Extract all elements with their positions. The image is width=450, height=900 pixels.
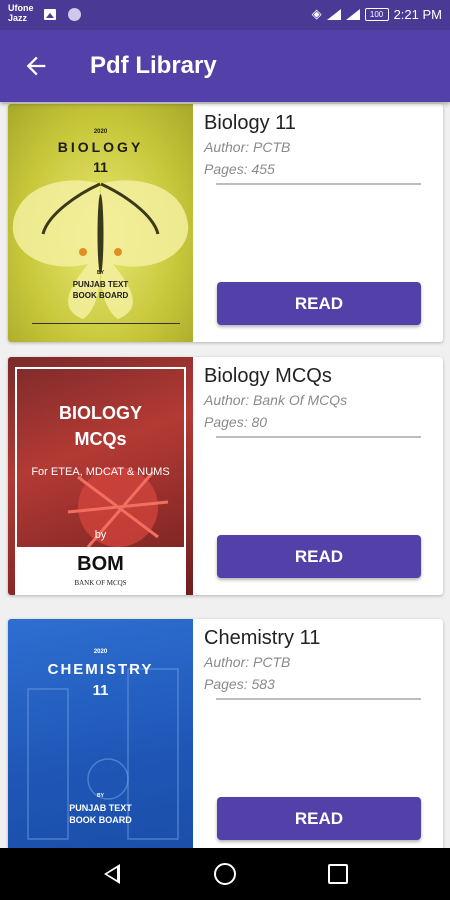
cover-publisher-1: PUNJAB TEXT [72, 280, 129, 289]
carrier-label: Ufone Jazz [8, 3, 34, 23]
read-button[interactable]: READ [217, 797, 421, 840]
cover-publisher-2: BOOK BOARD [69, 815, 132, 825]
book-author: Author: PCTB [204, 654, 291, 670]
cover-number: 11 [93, 159, 108, 175]
app-bar: Pdf Library [0, 30, 450, 102]
app-notification-icon [68, 8, 81, 21]
read-button[interactable]: READ [217, 282, 421, 325]
book-info: Biology MCQs Author: Bank Of MCQs Pages:… [204, 357, 443, 595]
system-nav-bar [0, 848, 450, 900]
cover-title: BIOLOGY [57, 139, 144, 155]
book-card[interactable]: 2020 BIOLOGY 11 BY PUNJAB TEXT BOOK BOAR… [8, 104, 443, 342]
book-info: Chemistry 11 Author: PCTB Pages: 583 REA… [204, 619, 443, 848]
book-cover-image: 2020 BIOLOGY 11 BY PUNJAB TEXT BOOK BOAR… [8, 104, 193, 342]
cover-subtitle: MCQs [74, 429, 127, 449]
bom-logo-subtitle: BANK OF MCQS [74, 579, 127, 587]
book-info: Biology 11 Author: PCTB Pages: 455 READ [204, 104, 443, 342]
status-icons: ◈ 100 2:21 PM [312, 6, 442, 22]
divider [216, 436, 421, 438]
status-bar: Ufone Jazz ◈ 100 2:21 PM [0, 0, 450, 30]
book-title: Chemistry 11 [204, 627, 321, 649]
nav-back-icon[interactable] [104, 864, 120, 884]
signal-icon [326, 8, 341, 20]
cover-publisher-2: BOOK BOARD [72, 291, 129, 300]
cover-tagline: For ETEA, MDCAT & NUMS [31, 466, 170, 478]
battery-level: 100 [369, 9, 384, 19]
book-author: Author: Bank Of MCQs [204, 392, 348, 408]
read-button[interactable]: READ [217, 535, 421, 578]
bom-logo: BOM [77, 553, 124, 575]
book-cover-image: BIOLOGY MCQs For ETEA, MDCAT & NUMS by B… [8, 357, 193, 595]
clock: 2:21 PM [393, 6, 442, 22]
logo-panel: BOM BANK OF MCQS [17, 547, 184, 593]
book-list[interactable]: 2020 BIOLOGY 11 BY PUNJAB TEXT BOOK BOAR… [0, 102, 450, 848]
wifi-icon: ◈ [311, 6, 322, 21]
arrow-left-icon[interactable] [22, 52, 50, 80]
signal-icon-2 [345, 8, 360, 20]
carrier-name-2: Jazz [8, 13, 28, 23]
book-pages: Pages: 583 [204, 676, 275, 692]
nav-recents-icon[interactable] [328, 864, 348, 884]
cover-title: CHEMISTRY [47, 661, 154, 678]
battery-icon: 100 [364, 7, 389, 21]
cover-by: BY [97, 270, 104, 276]
gallery-notification-icon [44, 9, 56, 20]
divider [216, 698, 421, 700]
cover-publisher-1: PUNJAB TEXT [69, 803, 132, 813]
cover-by: by [94, 529, 107, 541]
book-title: Biology MCQs [204, 365, 332, 387]
cover-rule [32, 323, 180, 324]
book-title: Biology 11 [204, 112, 296, 134]
carrier-name-1: Ufone [8, 3, 34, 13]
book-pages: Pages: 80 [204, 414, 268, 430]
cover-number: 11 [92, 682, 109, 699]
divider [216, 183, 421, 185]
book-card[interactable]: 2020 CHEMISTRY 11 BY PUNJAB TEXT BOOK BO… [8, 619, 443, 848]
page-title: Pdf Library [90, 52, 217, 79]
book-pages: Pages: 455 [204, 161, 275, 177]
cover-year: 2020 [93, 649, 108, 655]
book-card[interactable]: BIOLOGY MCQs For ETEA, MDCAT & NUMS by B… [8, 357, 443, 595]
cover-year: 2020 [93, 129, 108, 135]
cover-title: BIOLOGY [58, 403, 142, 423]
nav-home-icon[interactable] [214, 863, 236, 885]
cover-by: BY [97, 793, 104, 799]
book-cover-image: 2020 CHEMISTRY 11 BY PUNJAB TEXT BOOK BO… [8, 619, 193, 848]
book-author: Author: PCTB [204, 139, 291, 155]
